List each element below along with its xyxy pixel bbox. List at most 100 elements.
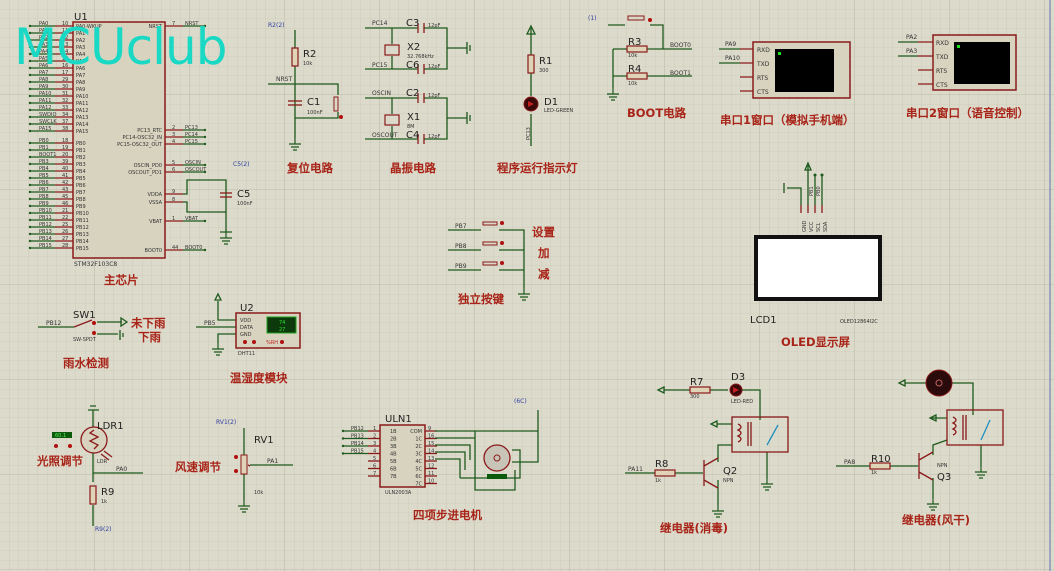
- r1-value: 300: [539, 68, 549, 74]
- ldr-decrease[interactable]: [54, 444, 58, 448]
- c5-probe[interactable]: C5(2): [233, 161, 250, 168]
- mcu-pin-number: 4: [172, 139, 175, 145]
- mcu-net-label: PB10: [39, 208, 52, 214]
- mcu-pin-number: 21: [62, 208, 68, 214]
- mcu-pin-number: 22: [62, 215, 68, 221]
- stepper-probe[interactable]: (6C): [514, 398, 527, 405]
- net-oscout: OSCOUT: [372, 132, 398, 139]
- c3-ref: C3: [406, 18, 419, 29]
- section-title-stepper: 四项步进电机: [413, 508, 482, 522]
- mcu-pin-name: PB10: [76, 211, 89, 217]
- uart1-pin-rxd: RXD: [757, 47, 770, 54]
- uln-input-pin: 6B: [390, 467, 397, 473]
- mcu-net-label: PB11: [39, 215, 52, 221]
- reset-net: NRST: [276, 76, 292, 83]
- x1-value: 8M: [407, 124, 415, 130]
- mcu-net-label: PB14: [39, 236, 52, 242]
- uln-net-label: PB12: [351, 426, 364, 432]
- uln-pin-number: 14: [428, 449, 434, 455]
- c6-ref: C6: [406, 60, 419, 71]
- mcu-pin-number: 45: [62, 194, 68, 200]
- mcu-pin-name: PB3: [76, 162, 86, 168]
- mcu-pin-name: PA15: [76, 129, 88, 135]
- uln-net-label: PB15: [351, 449, 364, 455]
- mcu-pin-name: PB5: [76, 176, 86, 182]
- mcu-net-label: PA10: [39, 91, 51, 97]
- mcu-pin-name: PA10: [76, 94, 88, 100]
- c2-value: 12pF: [428, 93, 441, 99]
- uln-pin-number: 7: [373, 471, 376, 477]
- mcu-pin-name: OSCIN_PD0: [134, 163, 162, 169]
- uln-net-label: PB13: [351, 434, 364, 440]
- c5-ref: C5: [237, 189, 250, 200]
- uln1-ref: ULN1: [385, 414, 412, 425]
- mcu-pin-number: 29: [62, 77, 68, 83]
- mcu-net-label: PB3: [39, 159, 49, 165]
- oled-ref: LCD1: [750, 315, 777, 326]
- reset-probe[interactable]: R2(2): [268, 22, 285, 29]
- mcu-net-label: PB6: [39, 180, 49, 186]
- mcu-pin-name: PB7: [76, 190, 86, 196]
- section-title-dht: 温湿度模块: [230, 371, 288, 385]
- r8-ref: R8: [655, 459, 668, 470]
- oled-pin-gnd: GND: [802, 220, 808, 232]
- mcu-pin-name: PB1: [76, 148, 86, 154]
- mcu-pin-name: BOOT0: [145, 248, 162, 254]
- schematic-canvas[interactable]: U1 STM32F103C8 PA0 10 PA0-WKUP PA1 11 PA1 PA2 1…: [0, 0, 1054, 571]
- mcu-pin-number: 42: [62, 180, 68, 186]
- section-title-mcu: 主芯片: [104, 273, 139, 287]
- q2-ref: Q2: [723, 466, 737, 477]
- mcu-pin-number: 18: [62, 138, 68, 144]
- mcu-pin-number: 27: [62, 236, 68, 242]
- mcu-net-label: SWDIO: [39, 112, 56, 118]
- ldr-increase[interactable]: [68, 444, 72, 448]
- uart2-pin-rxd: RXD: [936, 40, 949, 47]
- mcu-pin-number: 44: [172, 245, 178, 251]
- led-net: PC13: [526, 127, 532, 140]
- mcu-pin-name: PA14: [76, 122, 88, 128]
- mcu-pin-number: 5: [172, 160, 175, 166]
- rv1-ref: RV1: [254, 435, 274, 446]
- key-net-pb7: PB7: [455, 223, 467, 230]
- r9-probe[interactable]: R9(2): [95, 526, 112, 533]
- section-title-boot: BOOT电路: [627, 106, 687, 120]
- uln1-part: ULN2003A: [385, 490, 412, 496]
- d3-value: LED-RED: [731, 399, 753, 405]
- dht-unit: %RH: [266, 340, 278, 346]
- mcu-pin-name: PB0: [76, 141, 86, 147]
- pot-net: PA1: [267, 458, 278, 465]
- c1-value: 100nF: [307, 110, 323, 116]
- rv1-value: 10k: [254, 490, 263, 496]
- pot-increase[interactable]: [234, 455, 238, 459]
- rv1-probe[interactable]: RV1(2): [216, 419, 236, 426]
- net-pc15: PC15: [372, 62, 388, 69]
- q3-value: NPN: [937, 463, 948, 469]
- section-title-relay2: 继电器(风干): [902, 513, 970, 527]
- mcu-net-label: BOOT0: [185, 245, 202, 251]
- mcu-pin-name: PB8: [76, 197, 86, 203]
- key-net-pb9: PB9: [455, 263, 467, 270]
- mcu-net-label: PB13: [39, 229, 52, 235]
- r9-value: 1k: [101, 499, 107, 505]
- uart1-net-rx: PA9: [725, 41, 736, 48]
- x1-ref: X1: [407, 112, 420, 123]
- boot-probe[interactable]: (1): [588, 15, 597, 22]
- sw1-ref: SW1: [73, 310, 96, 321]
- dht-pin-vdd: VDD: [240, 318, 251, 324]
- sw1-part: SW-SPDT: [73, 337, 97, 343]
- mcu-pin-number: 40: [62, 166, 68, 172]
- uart2-net-tx: PA3: [906, 48, 917, 55]
- oled-net-scl: PB1: [809, 186, 815, 196]
- net-boot1: BOOT1: [670, 70, 691, 77]
- mcu-pin-number: 34: [62, 112, 68, 118]
- uln-pin-number: 15: [428, 441, 434, 447]
- dht-net: PB5: [204, 320, 216, 327]
- mcu-pin-name: PB2: [76, 155, 86, 161]
- mcu-pin-number: 20: [62, 152, 68, 158]
- q3-ref: Q3: [937, 472, 951, 483]
- schematic[interactable]: U1 STM32F103C8 PA0 10 PA0-WKUPPA1 11 PA1PA2 1…: [0, 0, 1054, 571]
- u2-part: DHT11: [238, 351, 255, 357]
- d3-ref: D3: [731, 372, 745, 383]
- mcu-pin-name: PB6: [76, 183, 86, 189]
- pot-decrease[interactable]: [234, 469, 238, 473]
